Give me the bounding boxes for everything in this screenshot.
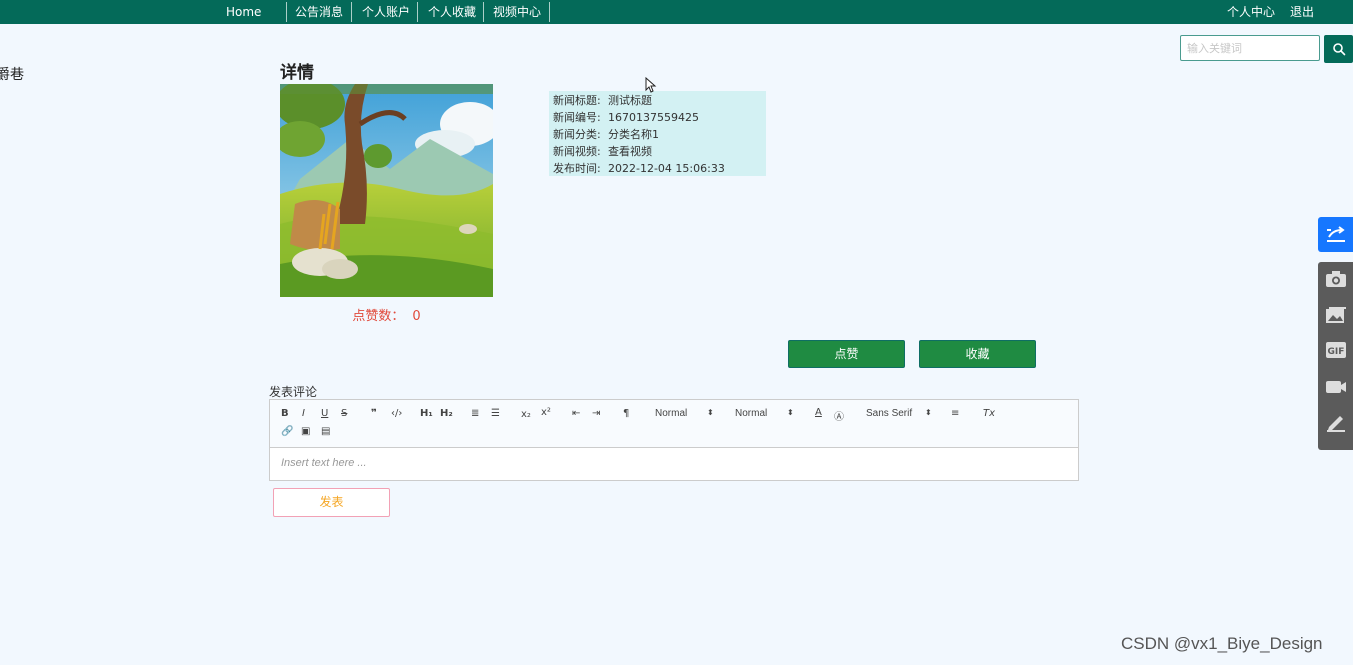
comment-editor: B I U S ❞ ‹/› H₁ H₂ ≣ ☰ x₂ x² ⇤ ⇥ ¶ Norm… (269, 399, 1079, 481)
outdent-icon[interactable]: ⇤ (572, 408, 580, 419)
link-icon[interactable]: 🔗 (281, 426, 293, 437)
clear-format-icon[interactable]: Tx (983, 408, 995, 419)
share-button[interactable] (1318, 217, 1353, 252)
info-row-title: 新闻标题: 测试标题 (553, 94, 652, 107)
strike-icon[interactable]: S (341, 408, 347, 419)
code-icon[interactable]: ‹/› (391, 408, 402, 419)
search-button[interactable] (1324, 35, 1353, 63)
clipped-sidebar-text: 爵巷 (0, 67, 24, 83)
bullet-list-icon[interactable]: ☰ (491, 408, 500, 419)
nav-personal-account[interactable]: 个人账户 (362, 0, 410, 24)
nav-favorites[interactable]: 个人收藏 (428, 0, 476, 24)
camera-icon[interactable] (1325, 268, 1347, 290)
publish-button[interactable]: 发表 (273, 488, 390, 517)
header-select[interactable]: Normal (655, 408, 687, 419)
info-row-number: 新闻编号: 1670137559425 (553, 111, 699, 124)
like-button[interactable]: 点赞 (788, 340, 905, 368)
size-select[interactable]: Normal (735, 408, 767, 419)
editor-input[interactable]: Insert text here ... (281, 457, 367, 469)
nav-announcements[interactable]: 公告消息 (295, 0, 343, 24)
comment-label: 发表评论 (269, 385, 318, 399)
bold-icon[interactable]: B (281, 408, 289, 419)
indent-icon[interactable]: ⇥ (592, 408, 600, 419)
image-icon[interactable]: ▣ (301, 426, 310, 437)
nav-divider (483, 2, 484, 22)
info-row-category: 新闻分类: 分类名称1 (553, 128, 659, 141)
watermark: CSDN @vx1_Biye_Design (1121, 634, 1323, 653)
image-icon[interactable] (1325, 304, 1347, 326)
pen-icon[interactable] (1325, 412, 1347, 434)
share-icon (1326, 225, 1345, 242)
nav-divider (286, 2, 287, 22)
h2-icon[interactable]: H₂ (440, 408, 453, 419)
align-icon[interactable]: ≡ (951, 408, 959, 419)
chevron-updown-icon: ⬍ (707, 408, 714, 417)
background-color-icon[interactable]: Ⓐ (834, 408, 844, 423)
nav-divider (351, 2, 352, 22)
likes-count: 点赞数： 0 (280, 305, 493, 324)
editor-toolbar: B I U S ❞ ‹/› H₁ H₂ ≣ ☰ x₂ x² ⇤ ⇥ ¶ Norm… (270, 400, 1078, 448)
font-color-icon[interactable]: A (815, 407, 822, 418)
nav-divider (549, 2, 550, 22)
video-icon[interactable] (1325, 375, 1347, 397)
news-image (280, 84, 493, 297)
h1-icon[interactable]: H₁ (420, 408, 433, 419)
chevron-updown-icon: ⬍ (787, 408, 794, 417)
ordered-list-icon[interactable]: ≣ (471, 408, 479, 419)
info-row-publish-time: 发布时间: 2022-12-04 15:06:33 (553, 162, 725, 175)
font-select[interactable]: Sans Serif (866, 408, 912, 419)
news-info: 新闻标题: 测试标题 新闻编号: 1670137559425 新闻分类: 分类名称1 … (549, 91, 766, 176)
favorite-button[interactable]: 收藏 (919, 340, 1036, 368)
text-direction-icon[interactable]: ¶ (623, 408, 629, 419)
likes-value: 0 (412, 309, 421, 324)
subscript-icon[interactable]: x₂ (521, 409, 531, 420)
blockquote-icon[interactable]: ❞ (371, 408, 377, 419)
nav-user-center[interactable]: 个人中心 (1227, 0, 1275, 24)
superscript-icon[interactable]: x² (541, 407, 551, 418)
top-nav: Home 公告消息 个人账户 个人收藏 视频中心 个人中心 退出 (0, 0, 1353, 24)
svg-text:GIF: GIF (1328, 347, 1345, 357)
cursor-icon (645, 77, 657, 93)
page-title: 详情 (280, 63, 314, 83)
nav-video-center[interactable]: 视频中心 (493, 0, 541, 24)
nav-divider (417, 2, 418, 22)
nav-home[interactable]: Home (226, 0, 261, 24)
capture-toolbar: GIF (1318, 262, 1353, 450)
info-row-video: 新闻视频: 查看视频 (553, 145, 652, 158)
likes-label: 点赞数： (352, 309, 405, 324)
view-video-link[interactable]: 查看视频 (608, 145, 652, 158)
underline-icon[interactable]: U (321, 408, 328, 419)
video-icon[interactable]: ▤ (321, 426, 330, 437)
italic-icon[interactable]: I (302, 408, 305, 419)
search-input[interactable] (1180, 35, 1320, 61)
chevron-updown-icon: ⬍ (925, 408, 932, 417)
gif-icon[interactable]: GIF (1325, 339, 1347, 361)
nav-logout[interactable]: 退出 (1290, 0, 1314, 24)
search-icon (1332, 43, 1345, 56)
